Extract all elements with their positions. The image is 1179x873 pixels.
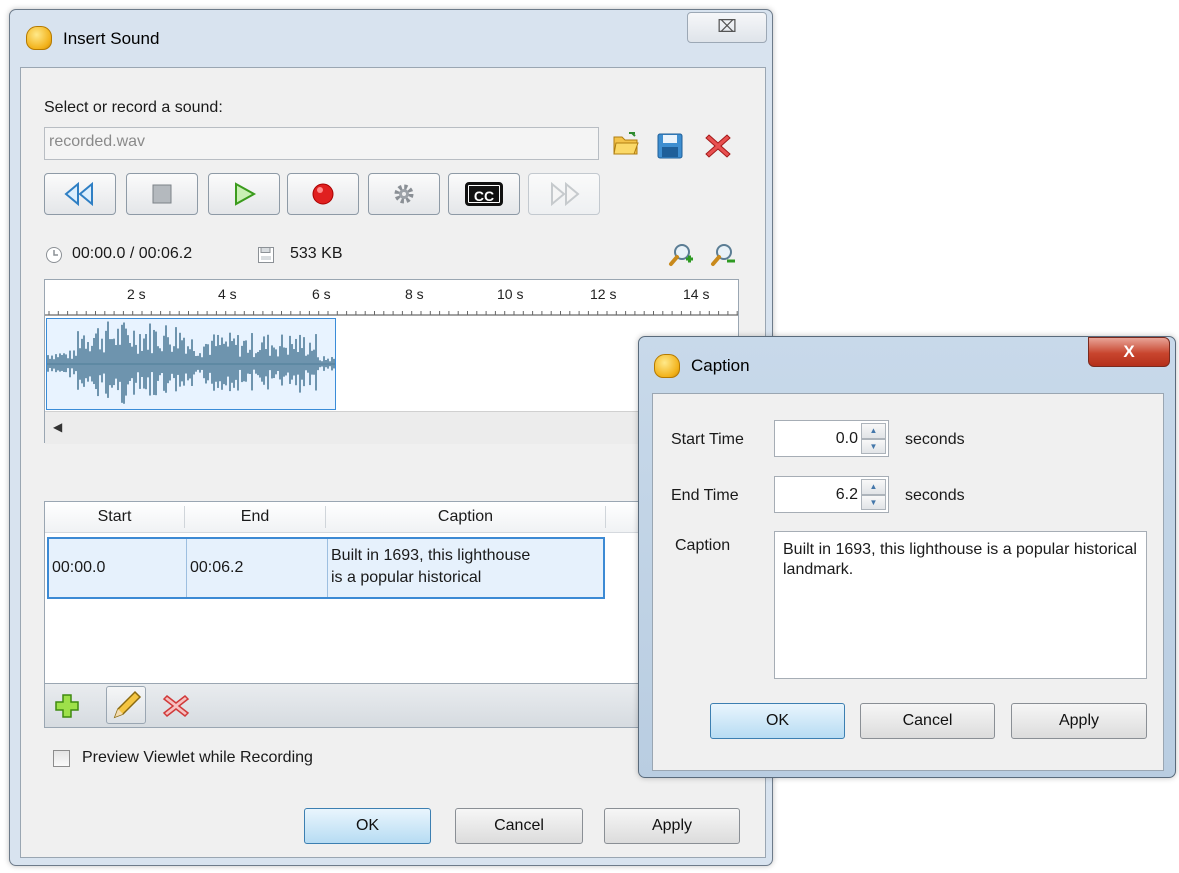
- edit-caption-button[interactable]: [106, 686, 146, 724]
- caption-title-bar[interactable]: Caption X: [639, 337, 1175, 393]
- closed-caption-button[interactable]: CC: [448, 173, 520, 215]
- spin-up-icon[interactable]: ▲: [861, 479, 886, 495]
- pencil-icon: [113, 690, 142, 719]
- size-display: 533 KB: [290, 245, 343, 262]
- ruler-ticks: [45, 311, 738, 316]
- waveform: [47, 321, 335, 404]
- end-time-spinner[interactable]: 6.2 ▲ ▼: [774, 476, 889, 513]
- play-icon: [235, 182, 257, 206]
- preview-checkbox[interactable]: [53, 750, 70, 767]
- save-disk-icon[interactable]: [657, 133, 683, 159]
- caption-line: is a popular historical: [331, 569, 482, 586]
- start-time-value[interactable]: 0.0: [836, 421, 858, 456]
- column-divider: [605, 506, 606, 528]
- closed-caption-icon: CC: [465, 182, 503, 206]
- column-header-end[interactable]: End: [185, 502, 325, 532]
- close-button[interactable]: ⌧: [687, 12, 767, 43]
- stop-icon: [152, 184, 172, 204]
- record-button[interactable]: [287, 173, 359, 215]
- waveform-selection[interactable]: [46, 318, 336, 410]
- cell-end: 00:06.2: [190, 559, 244, 576]
- table-row[interactable]: 00:00.0 00:06.2 Built in 1693, this ligh…: [47, 537, 605, 599]
- zoom-in-icon[interactable]: [668, 242, 694, 268]
- end-time-label: End Time: [671, 487, 739, 504]
- caption-toolbar: [44, 684, 739, 728]
- caption-textarea[interactable]: Built in 1693, this lighthouse is a popu…: [774, 531, 1147, 679]
- start-unit-label: seconds: [905, 431, 965, 448]
- caption-cancel-button[interactable]: Cancel: [860, 703, 995, 739]
- ruler-label: 4 s: [218, 286, 237, 302]
- sound-file-field[interactable]: recorded.wav: [44, 127, 599, 160]
- settings-button[interactable]: [368, 173, 440, 215]
- settings-gear-icon: [394, 184, 414, 204]
- caption-apply-button[interactable]: Apply: [1011, 703, 1147, 739]
- table-header: Start End Caption: [45, 502, 738, 533]
- caption-line: Built in 1693, this lighthouse: [331, 547, 531, 564]
- rewind-icon: [64, 181, 93, 207]
- clock-icon: [46, 247, 62, 263]
- caption-ok-button[interactable]: OK: [710, 703, 845, 739]
- rewind-button[interactable]: [44, 173, 116, 215]
- title-bar[interactable]: Insert Sound ⌧: [10, 10, 772, 66]
- fast-forward-button[interactable]: [528, 173, 600, 215]
- stop-button[interactable]: [126, 173, 198, 215]
- play-button[interactable]: [208, 173, 280, 215]
- app-icon: [26, 26, 52, 50]
- ruler-label: 8 s: [405, 286, 424, 302]
- time-display: 00:00.0 / 00:06.2: [72, 245, 193, 262]
- caption-dialog-title: Caption: [691, 356, 750, 375]
- cell-start: 00:00.0: [52, 559, 106, 576]
- end-unit-label: seconds: [905, 487, 965, 504]
- spin-down-icon[interactable]: ▼: [861, 494, 886, 510]
- waveform-scrollbar[interactable]: ◀: [45, 411, 738, 444]
- scroll-left-arrow-icon[interactable]: ◀: [53, 420, 62, 434]
- zoom-out-icon[interactable]: [710, 242, 736, 268]
- caption-label: Caption: [675, 537, 731, 554]
- dialog-title: Insert Sound: [63, 29, 160, 48]
- spin-up-icon[interactable]: ▲: [861, 423, 886, 439]
- column-header-caption[interactable]: Caption: [326, 502, 605, 532]
- delete-caption-icon[interactable]: [162, 692, 190, 720]
- column-header-start[interactable]: Start: [45, 502, 184, 532]
- time-ruler: 2 s 4 s 6 s 8 s 10 s 12 s 14 s: [45, 280, 738, 316]
- open-folder-icon[interactable]: [612, 131, 640, 157]
- select-sound-label: Select or record a sound:: [44, 99, 223, 116]
- ruler-label: 10 s: [497, 286, 524, 302]
- spin-down-icon[interactable]: ▼: [861, 438, 886, 454]
- caption-close-button[interactable]: X: [1088, 337, 1170, 367]
- ruler-label: 2 s: [127, 286, 146, 302]
- cell-caption: Built in 1693, this lighthouse is a popu…: [328, 539, 603, 597]
- ok-button[interactable]: OK: [304, 808, 431, 844]
- delete-x-icon[interactable]: [703, 131, 733, 161]
- ruler-label: 14 s: [683, 286, 710, 302]
- start-time-spinner[interactable]: 0.0 ▲ ▼: [774, 420, 889, 457]
- fast-forward-icon: [551, 181, 580, 207]
- apply-button[interactable]: Apply: [604, 808, 740, 844]
- add-plus-icon[interactable]: [54, 693, 80, 719]
- ruler-label: 6 s: [312, 286, 331, 302]
- end-time-value[interactable]: 6.2: [836, 477, 858, 512]
- file-size-icon: [258, 247, 274, 263]
- ruler-label: 12 s: [590, 286, 617, 302]
- preview-checkbox-label[interactable]: Preview Viewlet while Recording: [82, 749, 313, 767]
- app-icon: [654, 354, 680, 378]
- cancel-button[interactable]: Cancel: [455, 808, 583, 844]
- record-icon: [312, 183, 334, 205]
- start-time-label: Start Time: [671, 431, 744, 448]
- captions-table: Start End Caption 00:00.0 00:06.2 Built …: [44, 501, 739, 684]
- waveform-panel[interactable]: 2 s 4 s 6 s 8 s 10 s 12 s 14 s ◀: [44, 279, 739, 444]
